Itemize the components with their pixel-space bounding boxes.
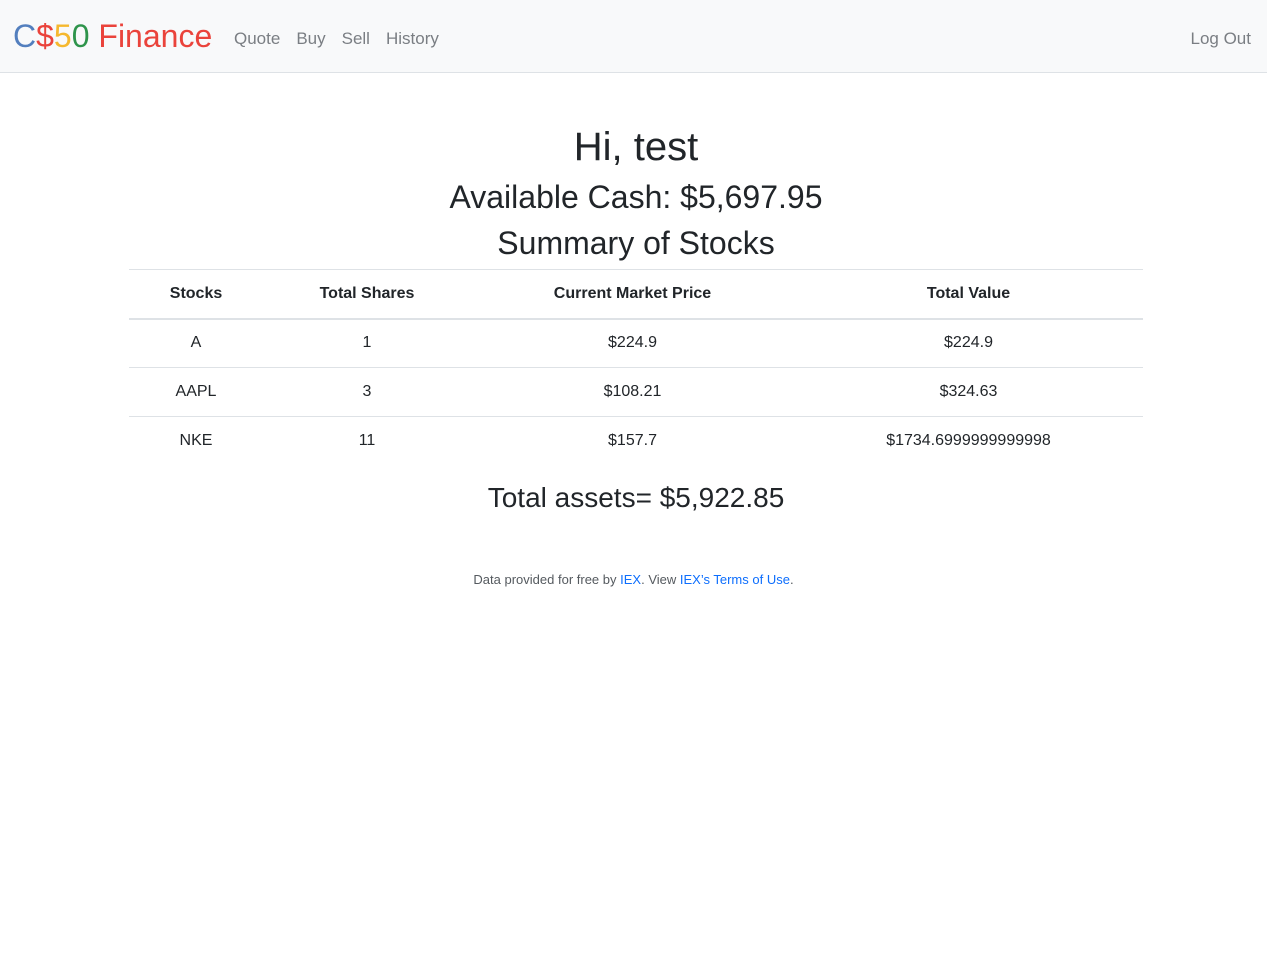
nav-links: Quote Buy Sell History — [226, 27, 447, 51]
cell-price: $157.7 — [471, 416, 794, 466]
cell-price: $224.9 — [471, 318, 794, 368]
table-row: AAPL 3 $108.21 $324.63 — [129, 367, 1143, 417]
brand-five: 5 — [53, 18, 72, 54]
cell-symbol: NKE — [129, 416, 263, 466]
footer-middle-text: . View — [641, 572, 680, 587]
cell-total-value: $324.63 — [794, 367, 1143, 417]
brand-dollar: $ — [36, 18, 54, 54]
total-assets-heading: Total assets= $5,922.85 — [487, 482, 785, 513]
cell-symbol: A — [129, 318, 263, 368]
table-header-row: Stocks Total Shares Current Market Price… — [129, 269, 1143, 320]
cell-price: $108.21 — [471, 367, 794, 417]
nav-link-history[interactable]: History — [378, 27, 447, 51]
available-cash-heading: Available Cash: $5,697.95 — [449, 179, 823, 215]
footer: Data provided for free by IEX. View IEX’… — [0, 570, 1267, 590]
cell-symbol: AAPL — [129, 367, 263, 417]
table-row: NKE 11 $157.7 $1734.6999999999998 — [129, 416, 1143, 466]
footer-suffix-text: . — [789, 572, 794, 587]
cell-shares: 1 — [263, 318, 471, 368]
nav-link-buy[interactable]: Buy — [288, 27, 333, 51]
footer-prefix-text: Data provided for free by — [473, 572, 621, 587]
cell-shares: 3 — [263, 367, 471, 417]
navbar: C$50 Finance Quote Buy Sell History Log … — [0, 0, 1267, 73]
column-header-total-value: Total Value — [794, 269, 1143, 320]
iex-link[interactable]: IEX — [620, 572, 641, 587]
cell-shares: 11 — [263, 416, 471, 466]
cell-total-value: $224.9 — [794, 318, 1143, 368]
greeting-heading: Hi, test — [573, 125, 699, 169]
brand-logo-link[interactable]: C$50 Finance — [13, 14, 212, 58]
iex-terms-link[interactable]: IEX’s Terms of Use — [680, 572, 790, 587]
nav-link-quote[interactable]: Quote — [226, 27, 288, 51]
table-row: A 1 $224.9 $224.9 — [129, 318, 1143, 368]
column-header-stocks: Stocks — [129, 269, 263, 320]
brand-letter-c: C — [13, 18, 37, 54]
column-header-current-market-price: Current Market Price — [471, 269, 794, 320]
brand-zero: 0 — [71, 18, 90, 54]
cell-total-value: $1734.6999999999998 — [794, 416, 1143, 466]
brand-finance: Finance — [89, 18, 213, 54]
stocks-table: Stocks Total Shares Current Market Price… — [129, 269, 1143, 466]
nav-link-sell[interactable]: Sell — [334, 27, 378, 51]
summary-heading: Summary of Stocks — [497, 225, 775, 261]
logout-link[interactable]: Log Out — [1183, 27, 1260, 51]
column-header-total-shares: Total Shares — [263, 269, 471, 320]
